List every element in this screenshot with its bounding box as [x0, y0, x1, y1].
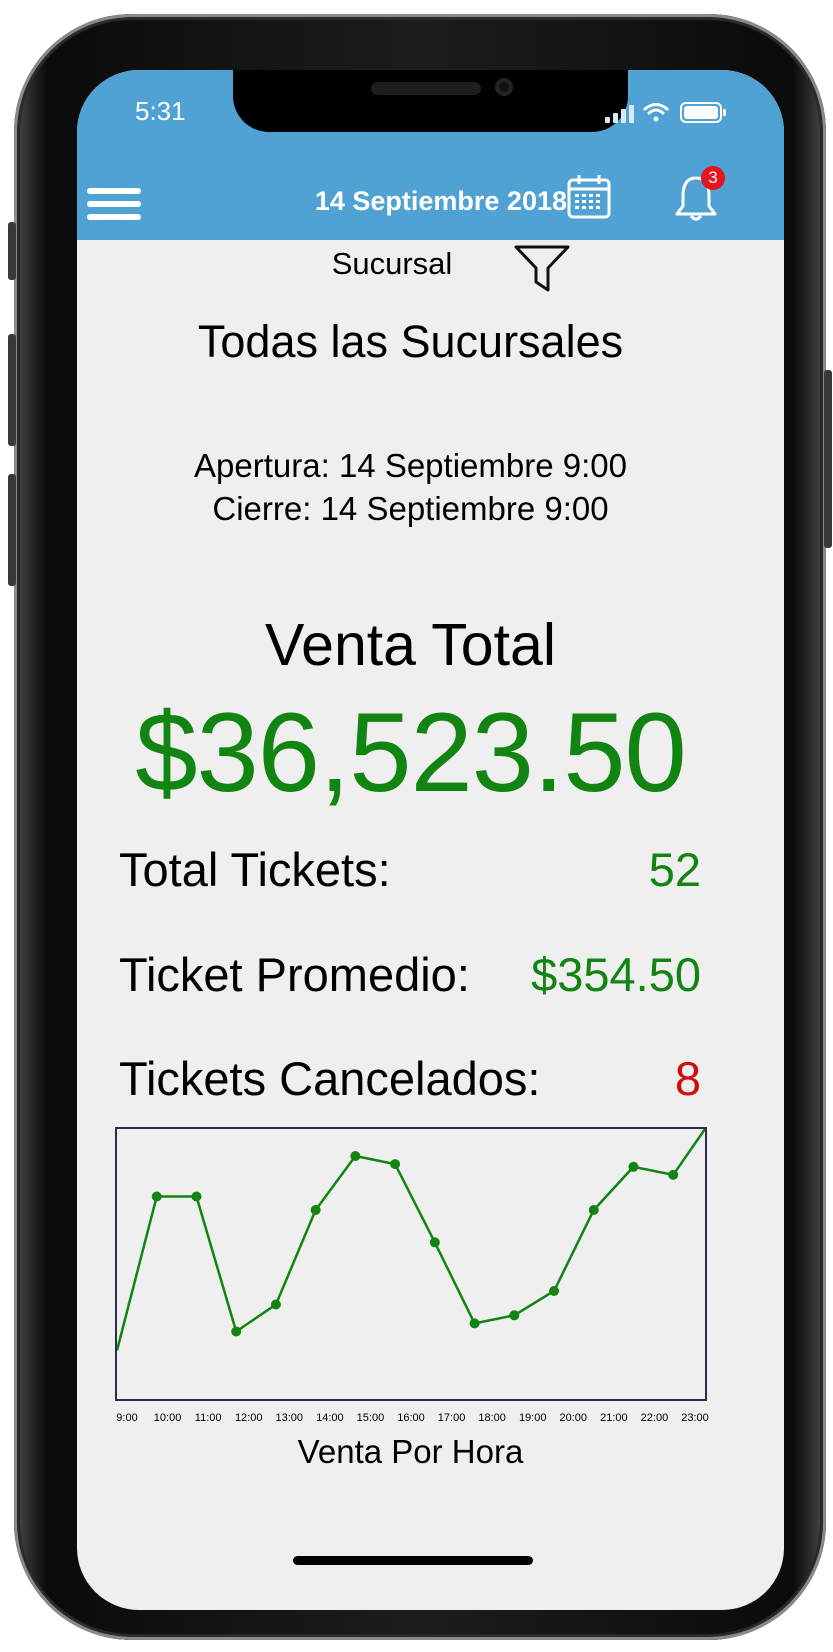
app-screen: 5:31 14 Septiembre 2018 3 Sucursal Todas…: [77, 70, 784, 1610]
volume-down-button: [8, 474, 16, 586]
sales-line: [117, 1129, 705, 1351]
data-point: [588, 1205, 599, 1215]
total-tickets-row: Total Tickets: 52: [119, 842, 701, 902]
chart-caption: Venta Por Hora: [297, 1433, 524, 1470]
cancelled-tickets-label: Tickets Cancelados:: [119, 1052, 541, 1105]
front-camera: [495, 78, 513, 96]
status-time: 5:31: [135, 96, 186, 126]
wifi-icon: [643, 103, 669, 122]
filter-icon[interactable]: [513, 244, 571, 294]
filter-row: Sucursal: [77, 244, 784, 300]
total-sales-title: Venta Total: [265, 612, 556, 678]
chart-plot-area: [117, 1129, 705, 1351]
data-point: [509, 1310, 520, 1321]
closing-time: Cierre: 14 Septiembre 9:00: [212, 490, 609, 527]
total-sales-value: $36,523.50: [135, 690, 687, 815]
total-tickets-label: Total Tickets:: [119, 843, 391, 896]
data-point: [231, 1326, 242, 1337]
average-ticket-row: Ticket Promedio: $354.50: [119, 947, 701, 1007]
status-icons: [605, 102, 726, 123]
signal-icon: [605, 105, 634, 123]
data-point: [270, 1299, 281, 1310]
hourly-sales-chart: [115, 1127, 707, 1401]
data-point: [310, 1205, 321, 1215]
phone-frame: 5:31 14 Septiembre 2018 3 Sucursal Todas…: [8, 14, 832, 1640]
opening-time: Apertura: 14 Septiembre 9:00: [194, 447, 627, 484]
data-point: [429, 1237, 440, 1248]
mute-switch: [8, 222, 16, 280]
average-ticket-label: Ticket Promedio:: [119, 948, 470, 1001]
power-button: [824, 370, 832, 548]
calendar-icon[interactable]: [567, 174, 611, 220]
data-point: [191, 1191, 202, 1202]
device-notch: [233, 70, 628, 132]
data-point: [549, 1286, 560, 1296]
menu-button[interactable]: [87, 188, 143, 222]
volume-up-button: [8, 334, 16, 446]
data-point: [390, 1159, 401, 1170]
cancelled-tickets-row: Tickets Cancelados: 8: [119, 1051, 701, 1111]
average-ticket-value: $354.50: [531, 948, 701, 1001]
x-tick-label: 23:00: [681, 1412, 709, 1424]
data-point: [469, 1318, 480, 1329]
data-point: [350, 1151, 361, 1161]
home-indicator[interactable]: [293, 1556, 533, 1565]
cancelled-tickets-value: 8: [674, 1052, 701, 1105]
battery-icon: [680, 102, 726, 123]
data-point: [151, 1191, 162, 1202]
branch-name[interactable]: Todas las Sucursales: [77, 316, 744, 368]
filter-label: Sucursal: [331, 246, 453, 281]
total-tickets-value: 52: [648, 843, 701, 896]
data-point: [628, 1161, 639, 1172]
header-date[interactable]: 14 Septiembre 2018: [227, 184, 567, 218]
data-point: [668, 1169, 679, 1180]
speaker-grille: [371, 82, 481, 95]
notification-badge: 3: [701, 166, 725, 190]
